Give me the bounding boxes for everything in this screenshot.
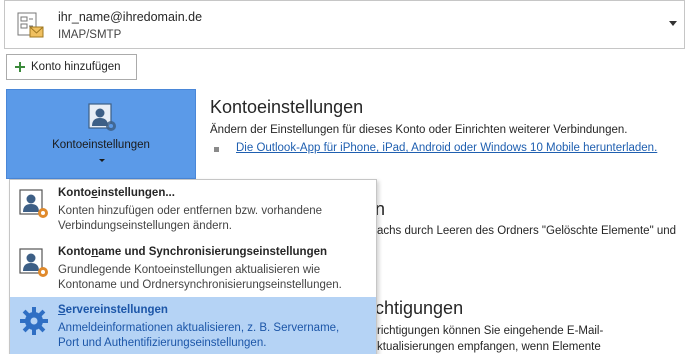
section-title-notifications: chtigungen <box>375 298 464 318</box>
account-settings-icon <box>19 189 48 218</box>
section-text-notifications-2: ktualisierungen empfangen, wenn Elemente <box>377 341 601 353</box>
mail-account-icon <box>17 12 44 38</box>
section-title-account-settings: Kontoeinstellungen <box>210 97 364 117</box>
account-settings-icon <box>88 103 116 131</box>
caret-down-icon <box>99 159 105 162</box>
menu-item-server-settings[interactable]: Servereinstellungen Anmeldeinformationen… <box>10 297 376 354</box>
account-selector[interactable]: ihr_name@ihredomain.de IMAP/SMTP <box>4 0 685 49</box>
account-type: IMAP/SMTP <box>58 29 122 41</box>
section-text-cleanup: achs durch Leeren des Ordners "Gelöschte… <box>377 225 677 237</box>
plus-icon <box>15 62 25 72</box>
bullet-icon <box>214 147 219 152</box>
chevron-down-icon[interactable] <box>669 21 677 26</box>
add-account-button[interactable]: Konto hinzufügen <box>6 54 137 80</box>
menu-item-description: Konten hinzufügen oder entfernen bzw. vo… <box>58 205 323 232</box>
account-settings-dropdown-button[interactable]: Kontoeinstellungen <box>6 89 196 179</box>
menu-item-title: Kontoeinstellungen... <box>58 187 175 199</box>
menu-item-account-settings[interactable]: Kontoeinstellungen... Konten hinzufügen … <box>10 180 376 238</box>
menu-item-description: Anmeldeinformationen aktualisieren, z. B… <box>58 322 340 349</box>
menu-item-description: Grundlegende Kontoeinstellungen aktualis… <box>58 264 342 291</box>
account-settings-label: Kontoeinstellungen <box>52 139 150 151</box>
menu-item-title: Servereinstellungen <box>58 304 168 316</box>
outlook-app-download-link[interactable]: Die Outlook-App für iPhone, iPad, Androi… <box>236 142 657 154</box>
account-name-icon <box>19 248 48 277</box>
gear-icon <box>20 307 48 335</box>
section-text-notifications-1: richtigungen können Sie eingehende E-Mai… <box>377 325 604 337</box>
account-email: ihr_name@ihredomain.de <box>58 10 203 24</box>
add-account-label: Konto hinzufügen <box>31 61 121 73</box>
menu-item-account-name-sync[interactable]: Kontoname und Synchronisierungseinstellu… <box>10 239 376 297</box>
section-description: Ändern der Einstellungen für dieses Kont… <box>210 124 628 136</box>
menu-item-title: Kontoname und Synchronisierungseinstellu… <box>58 246 328 258</box>
account-settings-menu: Kontoeinstellungen... Konten hinzufügen … <box>9 179 377 354</box>
